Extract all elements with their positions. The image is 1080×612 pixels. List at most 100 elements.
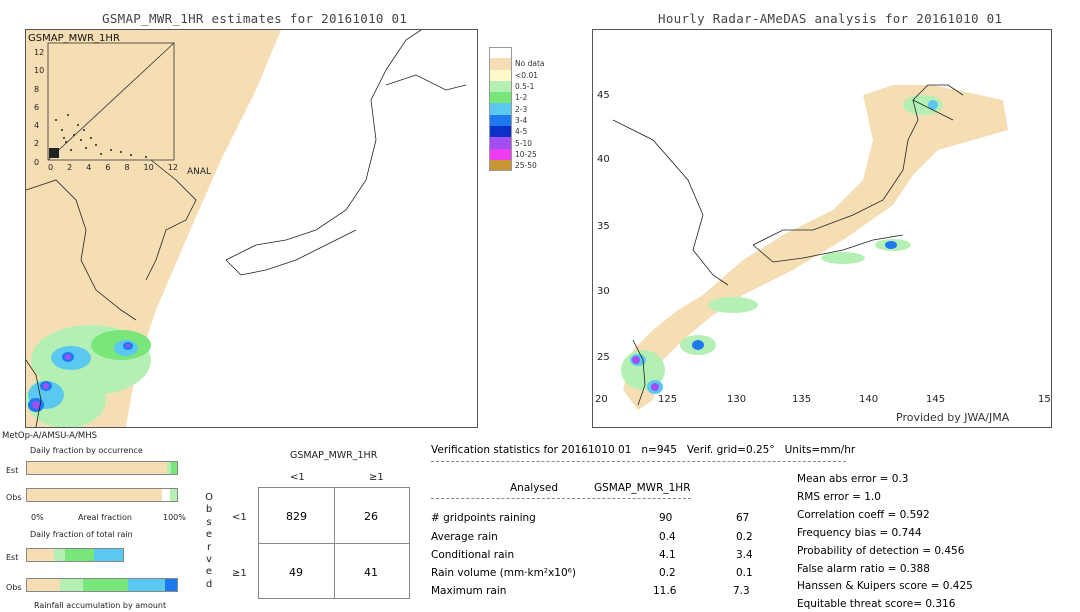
bar-segment xyxy=(94,549,123,561)
inset-ytick: 12 xyxy=(34,48,45,57)
col-header-lt1: <1 xyxy=(290,472,305,483)
legend-label: 4-5 xyxy=(515,127,528,137)
legend-item: 25-50 xyxy=(489,159,555,172)
bar-segment xyxy=(65,549,95,561)
row-analysed: 90 xyxy=(659,512,673,524)
satellite-label: MetOp-A/AMSU-A/MHS xyxy=(2,431,97,441)
observed-label: O b s e r v e d xyxy=(204,492,214,591)
row-header-lt1: <1 xyxy=(232,512,247,523)
legend-label: <0.01 xyxy=(515,70,538,80)
inset-xtick: 8 xyxy=(124,163,130,172)
rain-areas xyxy=(26,325,151,427)
observed-letter: r xyxy=(206,541,212,553)
inset-ytick: 2 xyxy=(34,139,40,149)
legend-item: 0.5-1 xyxy=(489,80,555,93)
bar-segment xyxy=(165,579,177,591)
cell-lt1-lt1: 829 xyxy=(286,510,307,523)
score-hk: Hanssen & Kuipers score = 0.425 xyxy=(797,580,973,592)
observed-letter: O xyxy=(205,492,213,503)
left-map-svg xyxy=(26,30,467,427)
total-rain-obs-bar xyxy=(26,578,178,592)
legend-label: 0.5-1 xyxy=(515,82,535,92)
cell-lt1-ge1: 26 xyxy=(364,510,378,523)
table-divider xyxy=(259,543,409,544)
row-analysed: 0.2 xyxy=(659,567,676,579)
row-gsmap: 0.2 xyxy=(736,531,753,543)
bar-segment xyxy=(162,489,170,501)
legend-swatch xyxy=(489,126,512,138)
color-legend: No data <0.01 0.5-1 1-2 2-3 3-4 4-5 5-10… xyxy=(489,47,555,172)
cell-ge1-lt1: 49 xyxy=(289,566,303,579)
legend-swatch xyxy=(489,159,512,172)
lon-tick-145: 145 xyxy=(926,394,946,405)
row-gsmap: 0.1 xyxy=(736,567,753,579)
row-gsmap: 7.3 xyxy=(733,585,750,597)
contingency-header: GSMAP_MWR_1HR xyxy=(290,450,378,461)
legend-swatch xyxy=(489,148,512,160)
score-ets: Equitable threat score= 0.316 xyxy=(797,598,956,610)
lat-tick-35: 35 xyxy=(597,221,610,232)
legend-item: <0.01 xyxy=(489,69,555,81)
observed-letter: e xyxy=(205,566,213,578)
legend-swatch xyxy=(489,47,512,59)
legend-label: 3-4 xyxy=(515,115,528,125)
axis-right: 100% xyxy=(163,513,186,522)
inset-xtick: 6 xyxy=(105,163,111,172)
col-analysed: Analysed xyxy=(510,482,558,494)
score-pod: Probability of detection = 0.456 xyxy=(797,545,965,557)
occurrence-obs-bar xyxy=(26,488,178,502)
analysis-coverage xyxy=(623,85,1008,410)
observed-letter: v xyxy=(206,554,212,566)
occurrence-est-label: Est xyxy=(6,466,19,475)
score-far: False alarm ratio = 0.388 xyxy=(797,563,930,575)
legend-swatch xyxy=(489,80,512,93)
right-map-svg xyxy=(612,84,1008,410)
score-rms: RMS error = 1.0 xyxy=(797,491,881,503)
occurrence-est-bar xyxy=(26,461,178,475)
accum-title: Rainfall accumulation by amount xyxy=(34,601,167,610)
right-map-title: Hourly Radar-AMeDAS analysis for 2016101… xyxy=(658,11,1003,26)
data-credit: Provided by JWA/JMA xyxy=(896,411,1010,424)
row-gsmap: 67 xyxy=(736,512,750,524)
legend-swatch xyxy=(489,58,512,70)
inset-xtick: 4 xyxy=(86,163,92,172)
inset-ytick: 4 xyxy=(34,121,40,131)
total-rain-est-bar xyxy=(26,548,124,562)
lat-tick-40: 40 xyxy=(597,154,610,165)
bar-segment xyxy=(82,579,128,591)
legend-item: 1-2 xyxy=(489,92,555,104)
observed-letter: b xyxy=(205,504,213,516)
axis-left: 0% xyxy=(31,513,44,522)
right-map: 45 40 35 30 25 20 125 130 135 140 145 15… xyxy=(592,29,1052,428)
legend-swatch xyxy=(489,103,512,115)
bar-segment xyxy=(169,489,177,501)
axis-mid: Areal fraction xyxy=(78,513,132,522)
inset-y-label: GSMAP_MWR_1HR xyxy=(28,33,120,44)
col-header-ge1: ≥1 xyxy=(369,472,384,483)
bar-segment xyxy=(171,462,177,474)
lat-tick-30: 30 xyxy=(597,286,610,297)
occurrence-obs-label: Obs xyxy=(6,493,22,502)
inset-xtick: 2 xyxy=(67,163,73,172)
observed-letter: e xyxy=(205,529,213,541)
legend-swatch xyxy=(489,114,512,127)
row-gsmap: 3.4 xyxy=(736,549,753,561)
inset-x-ticks: 0 2 4 6 8 10 12 xyxy=(48,163,178,172)
inset-ytick: 0 xyxy=(34,157,40,167)
observed-letter: d xyxy=(205,578,213,590)
inset-x-label: ANAL xyxy=(187,167,212,177)
row-analysed: 0.4 xyxy=(659,531,676,543)
score-freq-bias: Frequency bias = 0.744 xyxy=(797,527,922,539)
left-map-title: GSMAP_MWR_1HR estimates for 20161010 01 xyxy=(102,11,408,26)
lon-tick-120: 20 xyxy=(595,394,608,405)
lon-tick-125: 125 xyxy=(658,394,678,405)
occurrence-title: Daily fraction by occurrence xyxy=(30,446,143,455)
inset-ytick: 6 xyxy=(34,102,40,112)
verification-title: Verification statistics for 20161010 01 … xyxy=(431,444,856,456)
legend-item: 3-4 xyxy=(489,114,555,127)
row-analysed: 4.1 xyxy=(659,549,676,561)
divider xyxy=(431,498,691,499)
row-header-ge1: ≥1 xyxy=(232,568,247,579)
inset-xtick: 10 xyxy=(143,163,154,172)
inset-ytick: 8 xyxy=(34,84,40,94)
